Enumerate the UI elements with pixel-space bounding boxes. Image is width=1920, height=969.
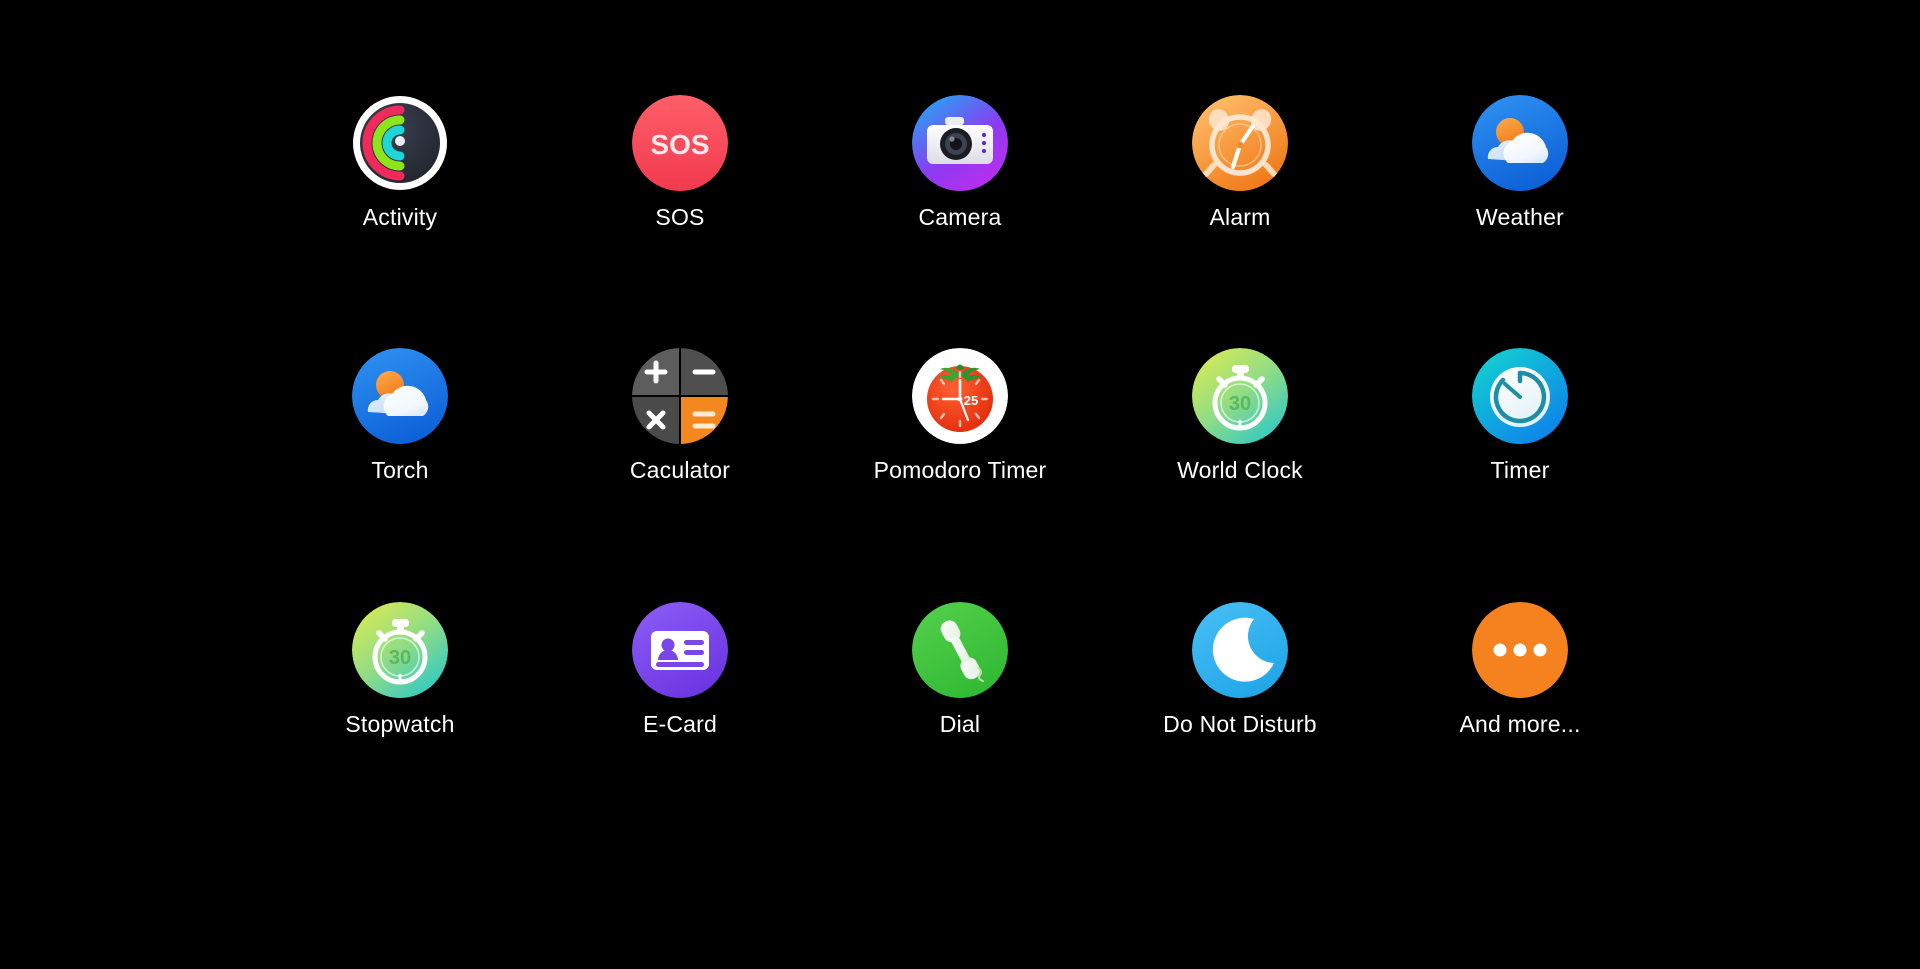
app-label: Do Not Disturb [1163, 712, 1317, 737]
app-label: Alarm [1209, 205, 1270, 230]
timer-dial-icon[interactable] [1472, 348, 1568, 444]
app-label: E-Card [643, 712, 717, 737]
stopwatch-glyph-text: 30 [389, 647, 411, 669]
stopwatch-icon[interactable]: 30 [1192, 348, 1288, 444]
app-label: Camera [918, 205, 1001, 230]
phone-handset-icon[interactable] [912, 602, 1008, 698]
app-tile-world-clock[interactable]: 30 World Clock [1100, 348, 1380, 601]
id-card-icon[interactable] [632, 602, 728, 698]
stopwatch-glyph-text: 30 [1229, 393, 1251, 415]
app-label: World Clock [1177, 458, 1303, 483]
app-label: And more... [1459, 712, 1580, 737]
app-label: Timer [1491, 458, 1550, 483]
weather-sun-cloud-icon[interactable] [1472, 95, 1568, 191]
camera-icon[interactable] [912, 95, 1008, 191]
app-tile-activity[interactable]: Activity [260, 95, 540, 348]
calculator-quadrants-icon[interactable] [632, 348, 728, 444]
app-tile-dial[interactable]: Dial [820, 602, 1100, 855]
app-label: Activity [363, 205, 437, 230]
app-launcher-screen: Activity SOS SOS [0, 0, 1920, 969]
activity-rings-icon[interactable] [352, 95, 448, 191]
app-tile-alarm[interactable]: Alarm [1100, 95, 1380, 348]
stopwatch-icon[interactable]: 30 [352, 602, 448, 698]
app-tile-timer[interactable]: Timer [1380, 348, 1660, 601]
app-tile-and-more[interactable]: And more... [1380, 602, 1660, 855]
app-tile-stopwatch[interactable]: 30 Stopwatch [260, 602, 540, 855]
app-tile-torch[interactable]: Torch [260, 348, 540, 601]
app-tile-weather[interactable]: Weather [1380, 95, 1660, 348]
ellipsis-icon[interactable] [1472, 602, 1568, 698]
sos-glyph-text: SOS [650, 129, 709, 160]
crescent-moon-icon[interactable] [1192, 602, 1288, 698]
app-label: Torch [371, 458, 428, 483]
app-grid: Activity SOS SOS [260, 95, 1660, 855]
app-label: Caculator [630, 458, 730, 483]
app-label: Pomodoro Timer [874, 458, 1047, 483]
app-label: Weather [1476, 205, 1564, 230]
app-label: SOS [655, 205, 704, 230]
pomodoro-tomato-icon[interactable]: 25 [912, 348, 1008, 444]
app-tile-e-card[interactable]: E-Card [540, 602, 820, 855]
app-tile-pomodoro-timer[interactable]: 25 Pomodoro Timer [820, 348, 1100, 601]
pomodoro-glyph-text: 25 [964, 393, 978, 408]
app-tile-do-not-disturb[interactable]: Do Not Disturb [1100, 602, 1380, 855]
app-label: Stopwatch [345, 712, 454, 737]
app-tile-calculator[interactable]: Caculator [540, 348, 820, 601]
alarm-clock-icon[interactable] [1192, 95, 1288, 191]
app-label: Dial [940, 712, 980, 737]
app-tile-camera[interactable]: Camera [820, 95, 1100, 348]
weather-sun-cloud-icon[interactable] [352, 348, 448, 444]
sos-icon[interactable]: SOS [632, 95, 728, 191]
app-tile-sos[interactable]: SOS SOS [540, 95, 820, 348]
